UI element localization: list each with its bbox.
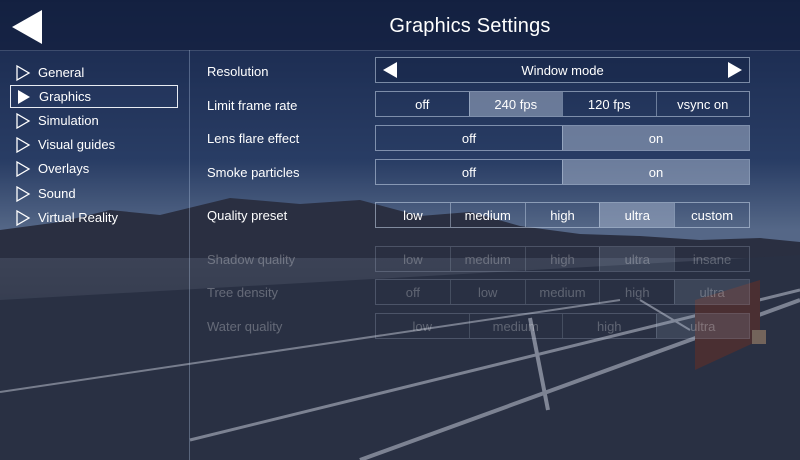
quality-preset-selector: low medium high ultra custom [375, 202, 750, 228]
sidebar: General Graphics Simulation Visual guide… [0, 50, 190, 460]
preset-option-high[interactable]: high [524, 203, 600, 227]
resolution-selector: Window mode [375, 57, 750, 83]
frame-rate-option-off[interactable]: off [376, 92, 469, 116]
resolution-value: Window mode [521, 63, 604, 78]
sidebar-item-virtual-reality[interactable]: Virtual Reality [10, 206, 178, 229]
triangle-outline-icon [16, 160, 31, 177]
preset-option-ultra[interactable]: ultra [599, 203, 675, 227]
triangle-outline-icon [16, 209, 31, 226]
shadow-option-high: high [524, 247, 600, 271]
smoke-particles-selector: off on [375, 159, 750, 185]
sidebar-item-overlays[interactable]: Overlays [10, 157, 178, 180]
frame-rate-selector: off 240 fps 120 fps vsync on [375, 91, 750, 117]
sidebar-item-label: Virtual Reality [38, 210, 118, 225]
settings-panel: Resolution Window mode Limit frame rate … [190, 50, 800, 460]
lens-flare-selector: off on [375, 125, 750, 151]
water-option-low: low [412, 318, 432, 334]
smoke-particles-label: Smoke particles [207, 165, 300, 180]
sidebar-item-label: Sound [38, 186, 76, 201]
lens-flare-option-off[interactable]: off [376, 126, 562, 150]
triangle-filled-icon [18, 89, 30, 104]
sidebar-item-simulation[interactable]: Simulation [10, 109, 178, 132]
triangle-outline-icon [16, 64, 31, 81]
shadow-quality-label: Shadow quality [207, 252, 296, 267]
shadow-option-medium: medium [449, 247, 525, 271]
sidebar-item-label: Graphics [39, 89, 92, 104]
frame-rate-option-120fps[interactable]: 120 fps [562, 92, 656, 116]
page-title: Graphics Settings [389, 15, 551, 37]
tree-option-ultra: ultra [674, 280, 749, 304]
quality-preset-label: Quality preset [207, 208, 288, 223]
resolution-label: Resolution [207, 64, 269, 79]
shadow-option-low: low [403, 251, 423, 267]
lens-flare-label: Lens flare effect [207, 131, 300, 146]
tree-option-low: low [449, 280, 525, 304]
water-quality-selector: low medium high ultra [375, 313, 750, 339]
lens-flare-option-on[interactable]: on [562, 126, 749, 150]
sidebar-item-label: Overlays [38, 161, 90, 176]
sidebar-item-graphics[interactable]: Graphics [10, 85, 178, 108]
right-arrow-icon[interactable] [725, 60, 745, 80]
header-bar: Graphics Settings [0, 0, 800, 51]
shadow-quality-selector: low medium high ultra insane [375, 246, 750, 272]
frame-rate-option-240fps[interactable]: 240 fps [468, 92, 562, 116]
sidebar-item-label: Simulation [38, 113, 99, 128]
tree-option-off: off [405, 284, 420, 300]
smoke-option-off[interactable]: off [376, 160, 562, 184]
sidebar-item-label: General [38, 65, 85, 80]
water-quality-label: Water quality [207, 319, 283, 334]
frame-rate-label: Limit frame rate [207, 98, 298, 113]
preset-option-medium[interactable]: medium [449, 203, 525, 227]
triangle-outline-icon [16, 136, 31, 153]
sidebar-item-label: Visual guides [38, 137, 116, 152]
sidebar-item-visual-guides[interactable]: Visual guides [10, 133, 178, 156]
water-option-high: high [562, 314, 656, 338]
shadow-option-ultra: ultra [599, 247, 675, 271]
frame-rate-option-vsync[interactable]: vsync on [655, 92, 750, 116]
preset-option-low[interactable]: low [376, 203, 450, 227]
sidebar-item-general[interactable]: General [10, 61, 178, 84]
water-option-medium: medium [468, 314, 563, 338]
tree-option-high: high [599, 280, 674, 304]
smoke-option-on[interactable]: on [562, 160, 749, 184]
water-option-ultra: ultra [655, 314, 749, 338]
tree-density-label: Tree density [207, 285, 279, 300]
tree-option-medium: medium [524, 280, 600, 304]
preset-option-custom[interactable]: custom [674, 203, 749, 227]
shadow-option-insane: insane [674, 247, 749, 271]
triangle-outline-icon [16, 185, 31, 202]
sidebar-item-sound[interactable]: Sound [10, 182, 178, 205]
tree-density-selector: off low medium high ultra [375, 279, 750, 305]
triangle-outline-icon [16, 112, 31, 129]
